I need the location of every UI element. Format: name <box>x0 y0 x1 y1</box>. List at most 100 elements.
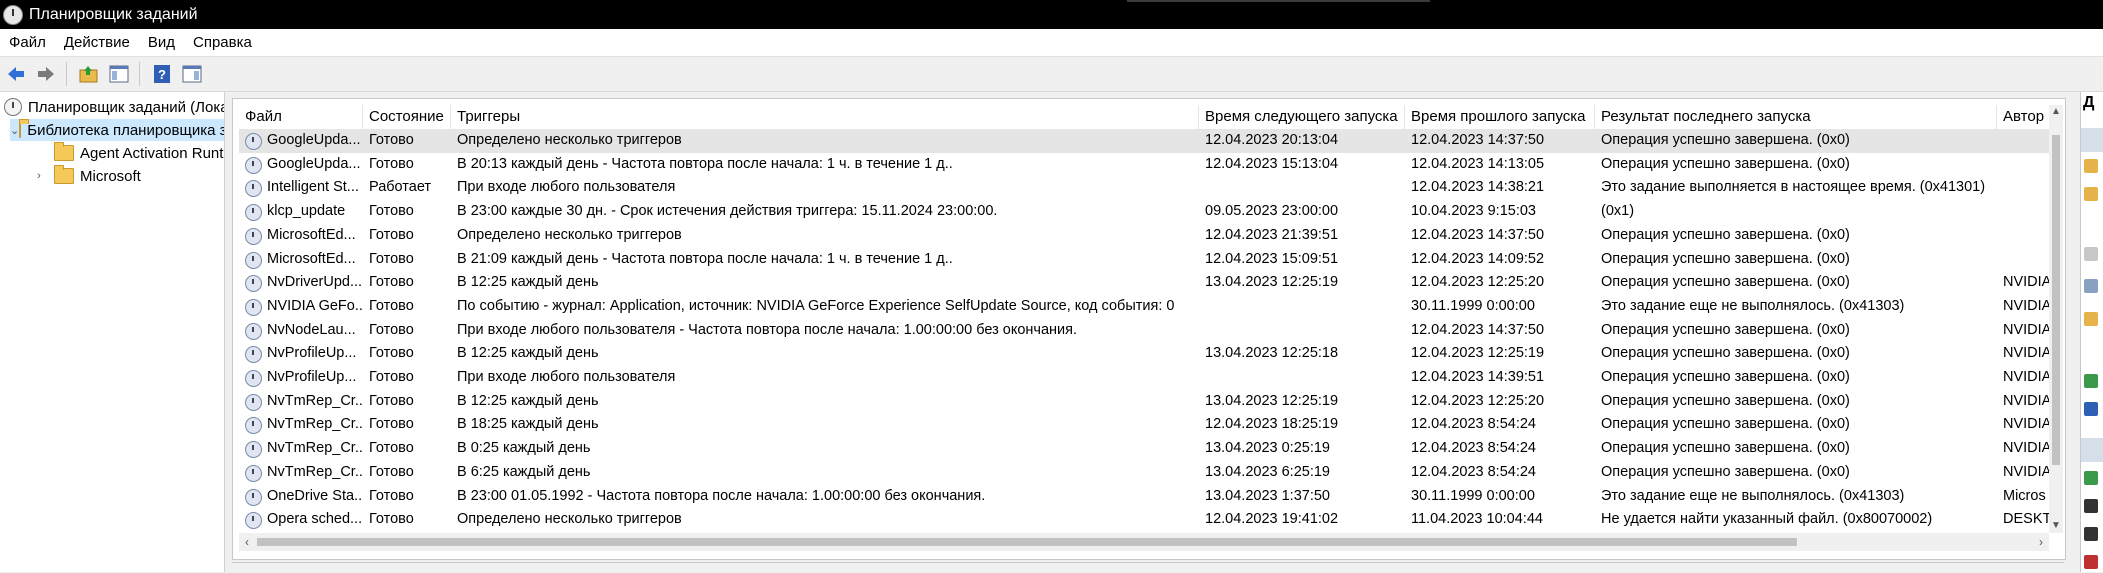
task-clock-icon <box>245 346 262 364</box>
cell-last-result-text: Операция успешно завершена. (0x0) <box>1601 132 1850 148</box>
column-header-last-run[interactable]: Время прошлого запуска <box>1405 105 1595 129</box>
up-folder-button[interactable] <box>75 60 103 88</box>
horizontal-scroll-thumb[interactable] <box>257 538 1797 546</box>
menu-view[interactable]: Вид <box>139 34 184 51</box>
cell-file-text: NvTmRep_Cr... <box>267 392 363 409</box>
cell-next-run-text: 12.04.2023 21:39:51 <box>1205 226 1339 243</box>
table-row[interactable]: NvDriverUpd... Готово В 12:25 каждый день 1… <box>239 271 2049 295</box>
cell-triggers-text: При входе любого пользователя <box>457 369 676 385</box>
tree-root[interactable]: Планировщик заданий (Локальный) <box>4 96 224 118</box>
action-icon[interactable] <box>2084 471 2098 485</box>
table-row[interactable]: Opera sched... Готово Определено несколько… <box>239 508 2049 532</box>
menu-action[interactable]: Действие <box>55 34 139 51</box>
cell-next-run-text: 13.04.2023 0:25:19 <box>1205 440 1330 457</box>
cell-file-text: MicrosoftEd... <box>267 226 356 243</box>
table-row[interactable]: NvTmRep_Cr... Готово В 18:25 каждый день 12… <box>239 413 2049 437</box>
cell-state: Готово <box>363 248 451 272</box>
column-header-author[interactable]: Автор <box>1997 105 2049 129</box>
table-row[interactable]: NvProfileUp... Готово В 12:25 каждый день 1… <box>239 342 2049 366</box>
cell-state: Готово <box>363 295 451 319</box>
help-button[interactable]: ? <box>148 60 176 88</box>
cell-author-text: Micros <box>2003 487 2046 504</box>
chevron-right-icon[interactable]: › <box>32 170 46 182</box>
action-icon[interactable] <box>2084 374 2098 388</box>
menu-bar: Файл Действие Вид Справка <box>0 29 2103 57</box>
tree-item-agent-activation-runtime[interactable]: Agent Activation Runtime <box>54 142 224 164</box>
cell-next-run: 12.04.2023 21:39:51 <box>1199 224 1405 248</box>
cell-state-text: Готово <box>369 226 414 243</box>
title-bar-strip <box>1127 0 1430 2</box>
table-row[interactable]: NvNodeLau... Готово При входе любого польз… <box>239 319 2049 343</box>
table-row[interactable]: MicrosoftEd... Готово В 21:09 каждый день … <box>239 248 2049 272</box>
cell-author: NVIDIA <box>1997 319 2049 343</box>
back-button[interactable] <box>2 60 30 88</box>
cell-next-run: 12.04.2023 15:09:51 <box>1199 248 1405 272</box>
table-row[interactable]: klcp_update Готово В 23:00 каждые 30 дн. -… <box>239 200 2049 224</box>
horizontal-scrollbar[interactable]: ‹ › <box>239 533 2049 551</box>
cell-state-text: Готово <box>369 463 414 480</box>
vertical-scroll-thumb[interactable] <box>2052 135 2060 465</box>
cell-author: NVIDIA <box>1997 271 2049 295</box>
cell-last-result: Операция успешно завершена. (0x0) <box>1595 366 1997 390</box>
scroll-left-arrow-icon[interactable]: ‹ <box>239 533 255 551</box>
column-header-triggers[interactable]: Триггеры <box>451 105 1199 129</box>
action-icon[interactable] <box>2084 247 2098 261</box>
tree-item-library[interactable]: ⌄ Библиотека планировщика заданий <box>10 119 224 141</box>
show-hide-console-tree-button[interactable] <box>105 60 133 88</box>
delete-icon[interactable] <box>2084 555 2098 569</box>
action-icon[interactable] <box>2084 499 2098 513</box>
task-scheduler-app-icon <box>3 4 23 25</box>
column-header-next-run[interactable]: Время следующего запуска <box>1199 105 1405 129</box>
table-row[interactable]: MicrosoftEd... Готово Определено несколько… <box>239 224 2049 248</box>
cell-state-text: Готово <box>369 416 414 433</box>
cell-file-text: GoogleUpda... <box>267 155 361 172</box>
vertical-scrollbar[interactable]: ▲ ▼ <box>2049 105 2063 533</box>
help-icon[interactable] <box>2084 402 2098 416</box>
action-icon[interactable] <box>2084 279 2098 293</box>
cell-next-run-text: 12.04.2023 20:13:04 <box>1205 132 1339 148</box>
table-row[interactable]: NvTmRep_Cr... Готово В 0:25 каждый день 13.… <box>239 437 2049 461</box>
scroll-up-arrow-icon[interactable]: ▲ <box>2049 105 2063 119</box>
table-row[interactable]: NVIDIA GeFo... Готово По событию - журнал:… <box>239 295 2049 319</box>
cell-next-run: 13.04.2023 12:25:18 <box>1199 342 1405 366</box>
table-row[interactable]: GoogleUpda... Готово Определено несколько … <box>239 129 2049 153</box>
actions-section-band[interactable] <box>2081 438 2103 462</box>
detail-tabs-strip[interactable] <box>232 562 2064 573</box>
table-row[interactable]: GoogleUpda... Готово В 20:13 каждый день -… <box>239 153 2049 177</box>
menu-help[interactable]: Справка <box>184 34 261 51</box>
cell-triggers-text: Определено несколько триггеров <box>457 511 682 528</box>
table-row[interactable]: Intelligent St... Работает При входе любог… <box>239 176 2049 200</box>
column-header-file[interactable]: Файл <box>239 105 363 129</box>
chevron-down-icon[interactable]: ⌄ <box>10 124 19 137</box>
table-row[interactable]: NvTmRep_Cr... Готово В 12:25 каждый день 13… <box>239 390 2049 414</box>
table-row[interactable]: NvProfileUp... Готово При входе любого пол… <box>239 366 2049 390</box>
column-header-state[interactable]: Состояние <box>363 105 451 129</box>
cell-state: Готово <box>363 224 451 248</box>
action-icon[interactable] <box>2084 312 2098 326</box>
cell-author <box>1997 153 2049 177</box>
actions-section-band[interactable] <box>2081 128 2103 152</box>
column-header-last-result[interactable]: Результат последнего запуска <box>1595 105 1997 129</box>
cell-file: klcp_update <box>239 200 363 224</box>
action-icon[interactable] <box>2084 159 2098 173</box>
table-row[interactable]: OneDrive Sta... Готово В 23:00 01.05.1992 … <box>239 485 2049 509</box>
cell-last-result-text: Это задание еще не выполнялось. (0x41303… <box>1601 487 1905 504</box>
action-icon[interactable] <box>2084 187 2098 201</box>
cell-author-text: DESKT <box>2003 511 2049 528</box>
tree-item-microsoft[interactable]: › Microsoft <box>32 165 141 187</box>
cell-next-run <box>1199 319 1405 343</box>
action-icon[interactable] <box>2084 527 2098 541</box>
table-row[interactable]: NvTmRep_Cr... Готово В 6:25 каждый день 13.… <box>239 461 2049 485</box>
cell-triggers: Определено несколько триггеров <box>451 508 1199 532</box>
cell-author-text: NVIDIA <box>2003 345 2049 362</box>
cell-last-result-text: Операция успешно завершена. (0x0) <box>1601 463 1850 480</box>
show-hide-action-pane-button[interactable] <box>178 60 206 88</box>
forward-button[interactable] <box>32 60 60 88</box>
scroll-right-arrow-icon[interactable]: › <box>2033 533 2049 551</box>
cell-last-result-text: Операция успешно завершена. (0x0) <box>1601 250 1850 267</box>
cell-next-run: 12.04.2023 20:13:04 <box>1199 129 1405 153</box>
cell-file-text: NVIDIA GeFo... <box>267 297 363 314</box>
cell-triggers-text: В 23:00 01.05.1992 - Частота повтора пос… <box>457 487 986 504</box>
scroll-down-arrow-icon[interactable]: ▼ <box>2049 519 2063 533</box>
menu-file[interactable]: Файл <box>0 34 55 51</box>
